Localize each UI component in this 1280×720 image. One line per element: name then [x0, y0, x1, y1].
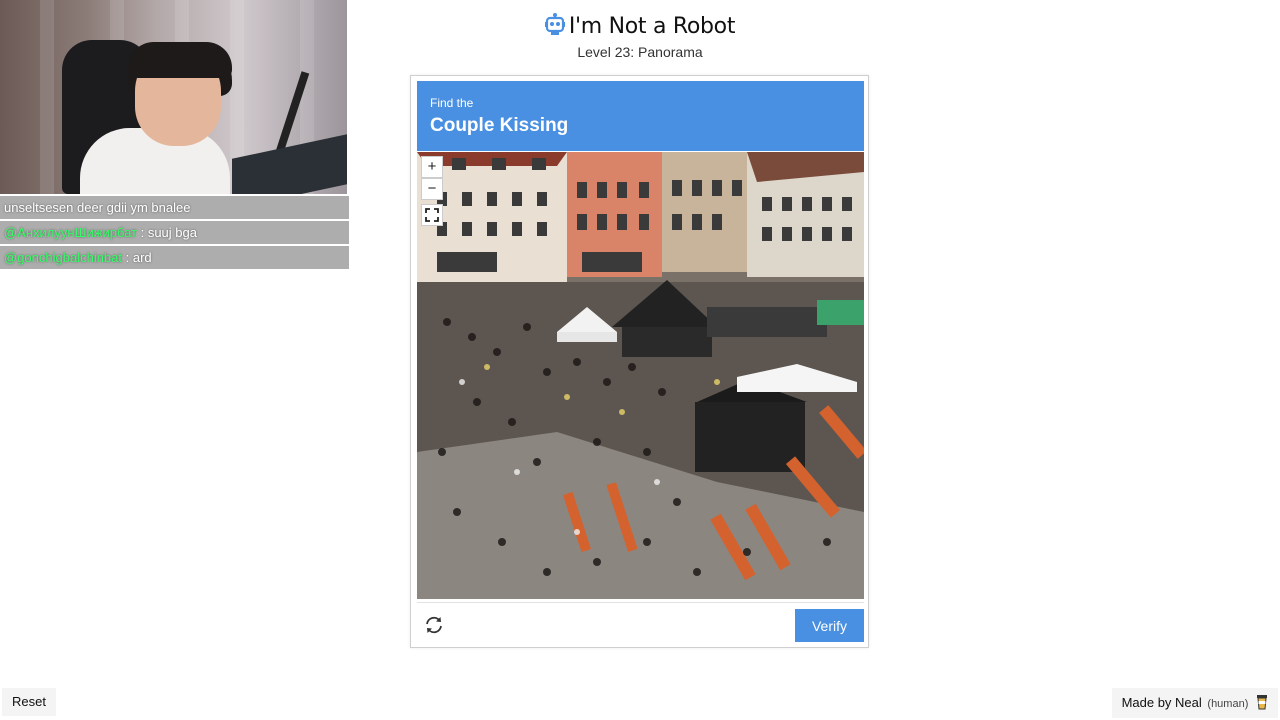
footer-divider	[417, 602, 864, 603]
captcha-widget: Find the Couple Kissing + − Verify	[410, 75, 869, 648]
zoom-out-button[interactable]: −	[421, 178, 443, 200]
captcha-prompt-banner: Find the Couple Kissing	[417, 81, 864, 151]
reset-button[interactable]: Reset	[2, 688, 56, 716]
chat-message: @АнхилуунШижирбат : suuj bga	[0, 221, 349, 244]
title-text: I'm Not a Robot	[568, 14, 736, 39]
verify-button[interactable]: Verify	[795, 609, 864, 642]
zoom-in-button[interactable]: +	[421, 156, 443, 178]
credit-badge[interactable]: Made by Neal (human)	[1111, 688, 1278, 720]
market-square-photo	[417, 152, 864, 599]
level-label: Level 23: Panorama	[577, 44, 703, 60]
coffee-cup-icon	[1256, 691, 1268, 720]
reload-icon	[426, 616, 442, 634]
robot-icon	[544, 13, 565, 41]
reload-button[interactable]	[423, 614, 445, 636]
credit-label: Made by Neal	[1121, 695, 1202, 710]
chat-message: unseltsesen deer gdii ym bnalee	[0, 196, 349, 219]
fullscreen-icon	[425, 208, 439, 222]
panorama-viewer[interactable]: + −	[417, 152, 864, 599]
page-title: I'm Not a Robot	[0, 13, 1280, 41]
stream-chat: unseltsesen deer gdii ym bnalee @Анхилуу…	[0, 196, 349, 271]
credit-note: (human)	[1207, 698, 1249, 710]
prompt-target: Couple Kissing	[430, 115, 569, 136]
fullscreen-button[interactable]	[421, 204, 443, 226]
prompt-prefix: Find the	[430, 96, 474, 110]
chat-message: @gonchigbalchinbat : ard	[0, 246, 349, 269]
